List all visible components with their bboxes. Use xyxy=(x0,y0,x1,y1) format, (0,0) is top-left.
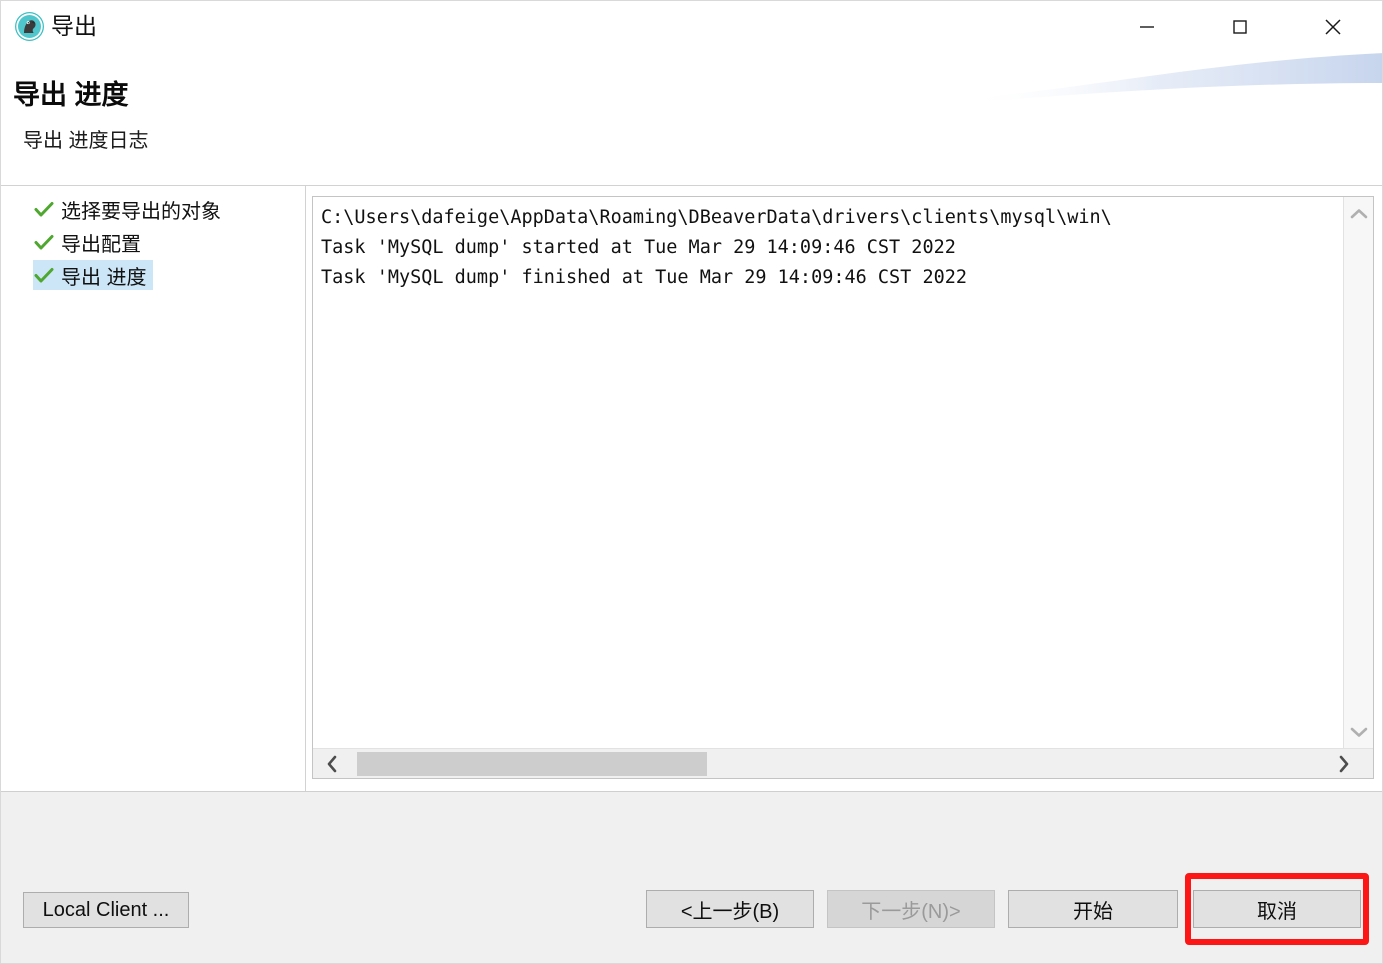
horizontal-scroll-thumb[interactable] xyxy=(357,752,707,776)
log-horizontal-scrollbar[interactable] xyxy=(313,748,1373,778)
close-button[interactable] xyxy=(1310,1,1356,53)
wizard-step-select-objects[interactable]: 选择要导出的对象 xyxy=(33,194,227,224)
check-icon xyxy=(34,235,54,250)
close-icon xyxy=(1325,19,1341,35)
scroll-up-button[interactable] xyxy=(1344,199,1373,229)
cancel-button[interactable]: 取消 xyxy=(1193,890,1361,928)
dbeaver-app-icon xyxy=(15,12,44,41)
wizard-step-label: 选择要导出的对象 xyxy=(61,200,221,223)
maximize-button[interactable] xyxy=(1217,1,1263,53)
chevron-up-icon xyxy=(1350,209,1368,219)
chevron-left-icon xyxy=(327,755,337,773)
export-progress-dialog: 导出 导出 进度 导出 进度日志 选择要导出的对象 导出配置 导出 进度 C:\… xyxy=(0,0,1383,964)
wizard-steps-pane: 选择要导出的对象 导出配置 导出 进度 保存任务 xyxy=(1,186,306,962)
export-log-text: C:\Users\dafeige\AppData\Roaming\DBeaver… xyxy=(321,207,1112,288)
scroll-right-button[interactable] xyxy=(1329,749,1359,778)
dialog-content: 选择要导出的对象 导出配置 导出 进度 保存任务 xyxy=(1,186,1382,962)
chevron-down-icon xyxy=(1350,727,1368,737)
check-icon xyxy=(34,268,54,283)
chevron-right-icon xyxy=(1339,755,1349,773)
title-bar: 导出 xyxy=(1,1,1382,53)
pane-divider xyxy=(305,186,306,791)
page-title: 导出 进度 xyxy=(13,80,129,110)
export-log-panel[interactable]: C:\Users\dafeige\AppData\Roaming\DBeaver… xyxy=(312,196,1374,779)
scroll-left-button[interactable] xyxy=(317,749,347,778)
wizard-step-export-settings[interactable]: 导出配置 xyxy=(33,227,147,257)
next-step-button: 下一步(N)> xyxy=(827,890,995,928)
dialog-footer xyxy=(1,792,1382,963)
wizard-header: 导出 进度 导出 进度日志 xyxy=(1,53,1382,186)
check-icon xyxy=(34,202,54,217)
start-button[interactable]: 开始 xyxy=(1008,890,1178,928)
wizard-step-export-progress[interactable]: 导出 进度 xyxy=(33,260,153,290)
wizard-step-label: 导出配置 xyxy=(61,233,141,256)
local-client-button[interactable]: Local Client ... xyxy=(23,892,189,928)
minimize-button[interactable] xyxy=(1124,1,1170,53)
wizard-step-label: 导出 进度 xyxy=(61,266,147,289)
scroll-down-button[interactable] xyxy=(1344,717,1373,747)
window-title: 导出 xyxy=(51,13,97,39)
previous-step-button[interactable]: <上一步(B) xyxy=(646,890,814,928)
minimize-icon xyxy=(1140,26,1154,28)
log-vertical-scrollbar[interactable] xyxy=(1343,197,1373,749)
page-subtitle: 导出 进度日志 xyxy=(23,130,149,152)
maximize-icon xyxy=(1233,20,1247,34)
header-swoosh-decoration xyxy=(964,53,1382,103)
